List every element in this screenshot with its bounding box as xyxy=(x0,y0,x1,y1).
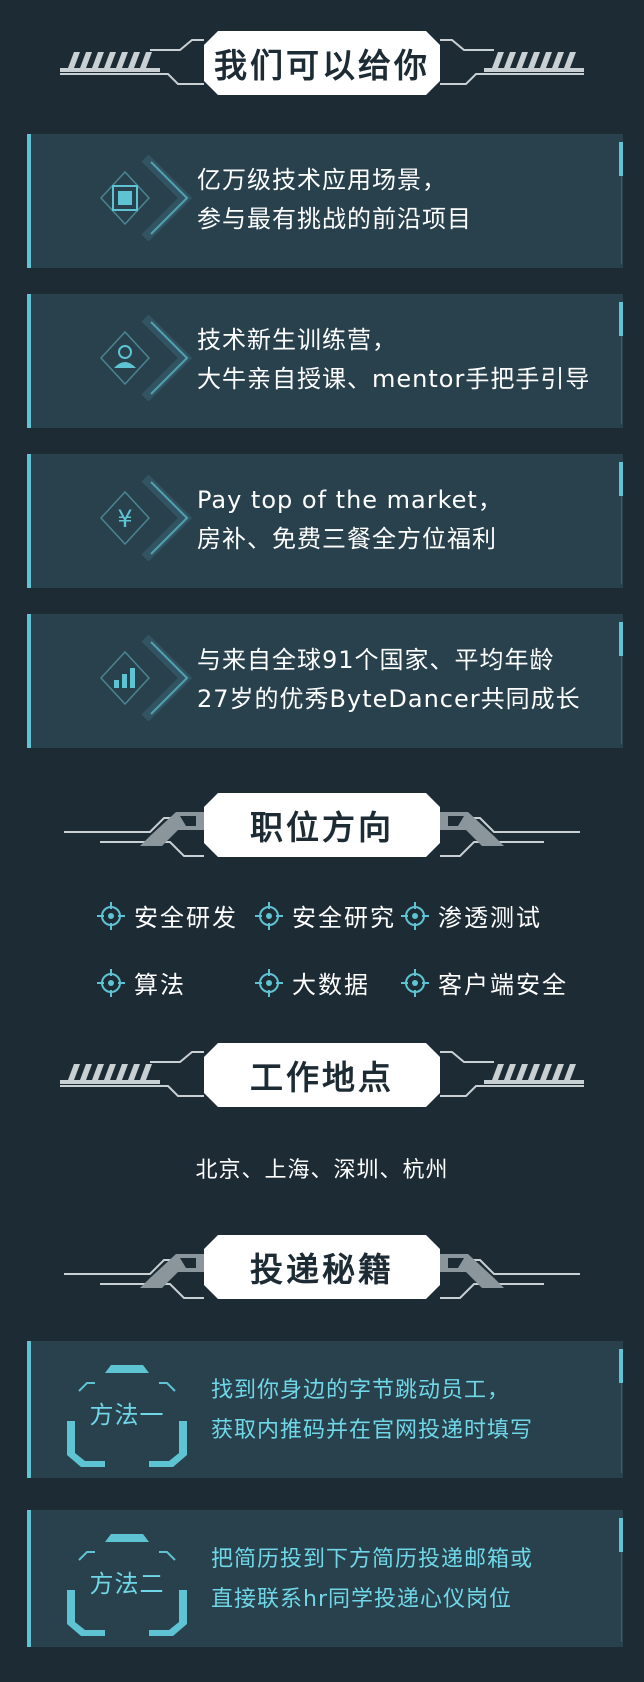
crosshair-icon xyxy=(401,968,429,997)
benefit-card-3: ¥ Pay top of the market， 房补、免费三餐全方位福利 xyxy=(27,454,623,588)
locations-text: 北京、上海、深圳、杭州 xyxy=(195,1158,449,1183)
section-header-tips: 投递秘籍 xyxy=(0,1232,644,1302)
card-accent-bar xyxy=(619,1349,623,1383)
yen-icon: ¥ xyxy=(85,472,201,572)
card-accent-bar xyxy=(619,142,623,176)
crosshair-icon xyxy=(401,901,429,930)
method-text: 找到你身边的字节跳动员工， 获取内推码并在官网投递时填写 xyxy=(211,1378,534,1443)
card-accent-bar xyxy=(27,294,31,428)
section-title-offer: 我们可以给你 xyxy=(214,46,430,85)
method-text: 把简历投到下方简历投递邮箱或 直接联系hr同学投递心仪岗位 xyxy=(211,1547,534,1612)
benefit-card-1: 亿万级技术应用场景， 参与最有挑战的前沿项目 xyxy=(27,134,623,268)
benefit-text: Pay top of the market， 房补、免费三餐全方位福利 xyxy=(197,486,503,553)
benefit-text: 与来自全球91个国家、平均年龄 27岁的优秀ByteDancer共同成长 xyxy=(197,646,581,713)
crosshair-icon xyxy=(97,901,125,930)
position-item: 算法 xyxy=(96,965,186,1000)
benefit-text: 亿万级技术应用场景， 参与最有挑战的前沿项目 xyxy=(197,166,472,233)
card-divider xyxy=(621,496,622,584)
method-card-1: 方法一 找到你身边的字节跳动员工， 获取内推码并在官网投递时填写 xyxy=(27,1341,623,1478)
section-title-positions: 职位方向 xyxy=(250,808,394,847)
person-icon xyxy=(85,312,201,412)
card-divider xyxy=(621,1552,622,1642)
card-accent-bar xyxy=(27,134,31,268)
card-accent-bar xyxy=(619,1518,623,1552)
card-divider xyxy=(621,336,622,424)
section-title-locations: 工作地点 xyxy=(250,1058,394,1097)
card-accent-bar xyxy=(27,1341,31,1478)
section-header-offer: 我们可以给你 xyxy=(0,28,644,98)
method-label: 方法二 xyxy=(89,1570,165,1598)
benefit-card-2: 技术新生训练营， 大牛亲自授课、mentor手把手引导 xyxy=(27,294,623,428)
position-item: 大数据 xyxy=(254,965,370,1000)
card-accent-bar xyxy=(619,462,623,496)
card-accent-bar xyxy=(619,622,623,656)
benefit-card-4: 与来自全球91个国家、平均年龄 27岁的优秀ByteDancer共同成长 xyxy=(27,614,623,748)
cube-icon xyxy=(85,152,201,252)
section-header-locations: 工作地点 xyxy=(0,1040,644,1110)
position-item: 客户端安全 xyxy=(400,965,568,1000)
crosshair-icon xyxy=(255,968,283,997)
card-divider xyxy=(621,656,622,744)
crosshair-icon xyxy=(255,901,283,930)
section-title-tips: 投递秘籍 xyxy=(250,1250,394,1289)
section-header-positions: 职位方向 xyxy=(0,790,644,860)
card-accent-bar xyxy=(27,614,31,748)
card-divider xyxy=(621,176,622,264)
crosshair-icon xyxy=(97,968,125,997)
position-item: 渗透测试 xyxy=(400,898,542,933)
card-divider xyxy=(621,1383,622,1473)
method-card-2: 方法二 把简历投到下方简历投递邮箱或 直接联系hr同学投递心仪岗位 xyxy=(27,1510,623,1647)
card-accent-bar xyxy=(27,454,31,588)
position-item: 安全研究 xyxy=(254,898,396,933)
svg-text:¥: ¥ xyxy=(117,505,132,533)
benefit-text: 技术新生训练营， 大牛亲自授课、mentor手把手引导 xyxy=(197,326,591,393)
bar-chart-icon xyxy=(85,632,201,732)
card-accent-bar xyxy=(619,302,623,336)
method-label: 方法一 xyxy=(89,1401,165,1429)
position-item: 安全研发 xyxy=(96,898,238,933)
card-accent-bar xyxy=(27,1510,31,1647)
